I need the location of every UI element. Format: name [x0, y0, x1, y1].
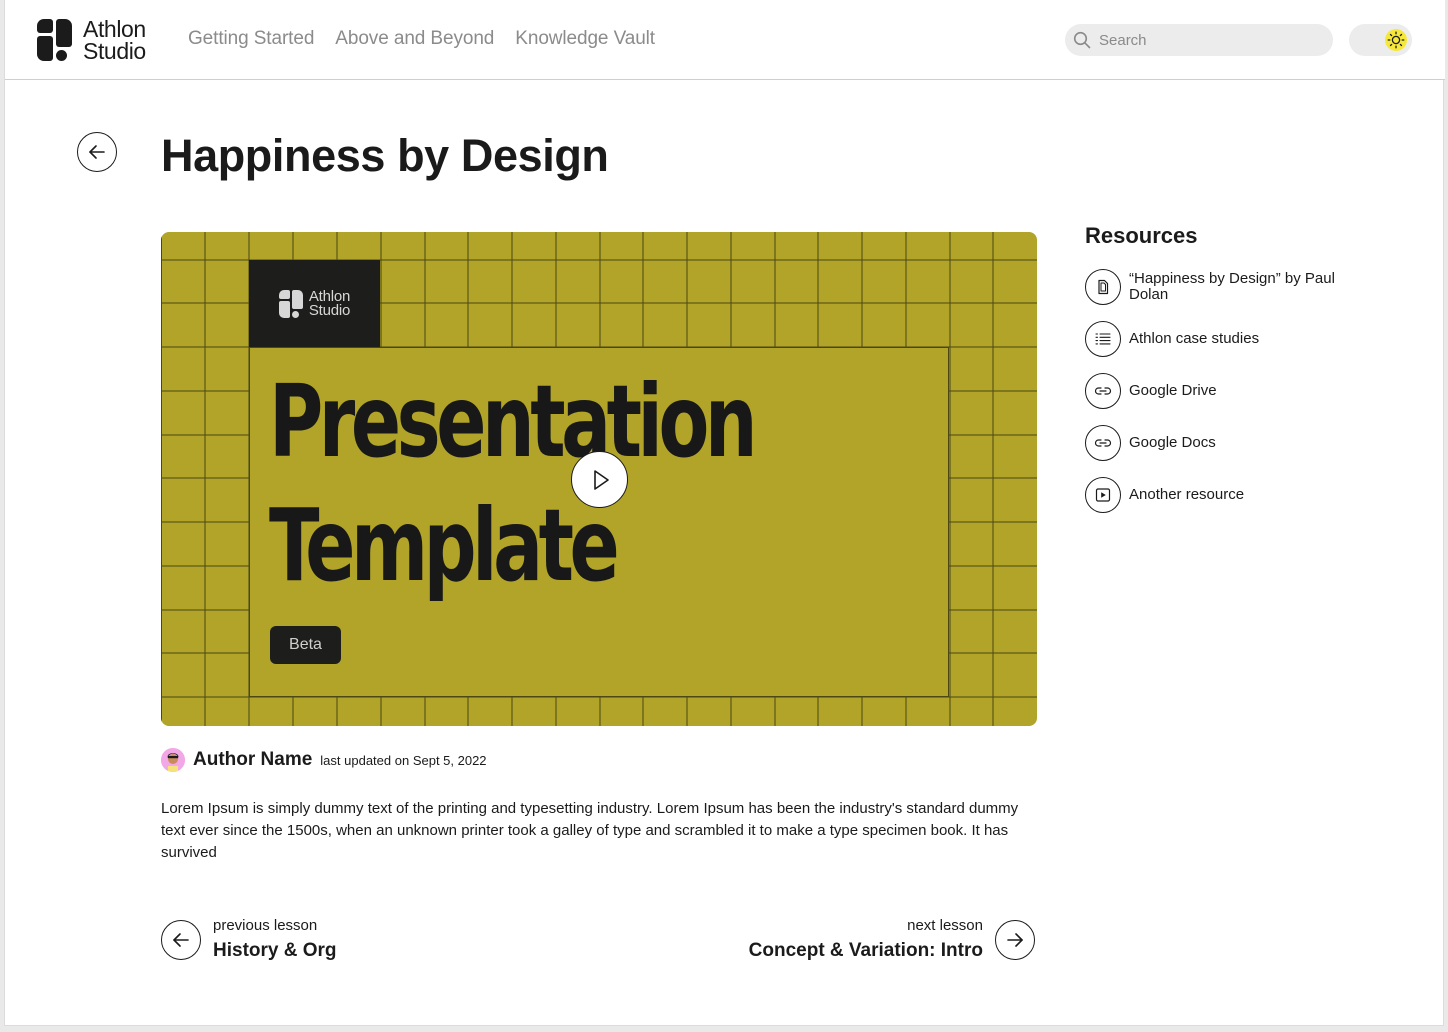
resource-label[interactable]: “Happiness by Design” by Paul Dolan: [1129, 271, 1369, 303]
toggle-knob: [1385, 29, 1407, 51]
resources-panel: Resources “Happiness by Design” by Paul …: [1085, 223, 1405, 521]
arrow-right-icon: [1007, 932, 1023, 947]
slide-brand-badge: Athlon Studio: [249, 260, 380, 347]
brand-name-line2: Studio: [83, 38, 146, 64]
play-icon: [593, 469, 609, 490]
video-icon: [1085, 477, 1121, 513]
next-lesson-title[interactable]: Concept & Variation: Intro: [749, 940, 983, 962]
next-lesson-link[interactable]: next lesson Concept & Variation: Intro: [749, 917, 1035, 962]
last-updated: last updated on Sept 5, 2022: [320, 752, 487, 768]
slide-brand-line2: Studio: [308, 301, 351, 319]
resource-label[interactable]: Google Docs: [1129, 435, 1369, 451]
document-icon: [1085, 269, 1121, 305]
resource-item[interactable]: “Happiness by Design” by Paul Dolan: [1085, 261, 1405, 313]
brand-logo[interactable]: Athlon Studio: [37, 16, 146, 64]
slide-beta-tag: Beta: [270, 626, 341, 664]
nav-getting-started[interactable]: Getting Started: [188, 28, 314, 50]
nav-above-and-beyond[interactable]: Above and Beyond: [335, 28, 494, 50]
arrow-left-icon: [89, 145, 105, 159]
resource-label[interactable]: Athlon case studies: [1129, 331, 1369, 347]
back-button[interactable]: [77, 132, 117, 172]
slide-brand-name: Athlon Studio: [308, 289, 351, 319]
brand-name: Athlon Studio: [83, 16, 146, 64]
video-player[interactable]: Athlon Studio Presentation Template Beta: [161, 232, 1037, 726]
play-button[interactable]: [571, 451, 628, 508]
nav-knowledge-vault[interactable]: Knowledge Vault: [515, 28, 655, 50]
previous-lesson-link[interactable]: previous lesson History & Org: [161, 917, 337, 962]
top-header: Athlon Studio Getting Started Above and …: [5, 0, 1445, 80]
page-frame: Athlon Studio Getting Started Above and …: [4, 0, 1445, 1026]
slide-brand-mark-icon: [278, 289, 303, 318]
resource-label[interactable]: Another resource: [1129, 487, 1369, 503]
search-icon: [1073, 31, 1091, 49]
previous-lesson-button[interactable]: [161, 919, 201, 960]
author-row: Author Name last updated on Sept 5, 2022: [161, 748, 487, 772]
resource-item[interactable]: Google Drive: [1085, 365, 1405, 417]
slide-headline-line1: Presentation: [269, 363, 758, 480]
arrow-left-icon: [173, 932, 189, 947]
previous-lesson-caption: previous lesson: [213, 917, 318, 934]
author-name[interactable]: Author Name: [193, 749, 312, 771]
list-icon: [1085, 321, 1121, 357]
brand-mark-icon: [37, 19, 73, 61]
search-box[interactable]: [1065, 24, 1333, 56]
avatar-illustration-icon: [161, 748, 185, 772]
next-lesson-button[interactable]: [995, 919, 1035, 960]
link-icon: [1085, 373, 1121, 409]
slide-headline-line2: Template: [269, 487, 620, 604]
sun-icon: [1387, 31, 1405, 49]
link-icon: [1085, 425, 1121, 461]
theme-toggle[interactable]: [1349, 24, 1412, 56]
main-nav: Getting Started Above and Beyond Knowled…: [188, 28, 655, 50]
next-lesson-caption: next lesson: [907, 917, 983, 934]
previous-lesson-text: previous lesson History & Org: [213, 917, 337, 962]
resource-item[interactable]: Google Docs: [1085, 417, 1405, 469]
resource-label[interactable]: Google Drive: [1129, 383, 1369, 399]
previous-lesson-title[interactable]: History & Org: [213, 940, 337, 962]
resource-item[interactable]: Athlon case studies: [1085, 313, 1405, 365]
search-input[interactable]: [1099, 31, 1319, 49]
brand-name-line1: Athlon: [83, 16, 146, 42]
lesson-description: Lorem Ipsum is simply dummy text of the …: [161, 800, 1019, 861]
author-avatar[interactable]: [161, 748, 185, 772]
resource-item[interactable]: Another resource: [1085, 469, 1405, 521]
page-title: Happiness by Design: [161, 130, 609, 181]
resources-title: Resources: [1085, 223, 1198, 248]
next-lesson-text: next lesson Concept & Variation: Intro: [749, 917, 983, 962]
